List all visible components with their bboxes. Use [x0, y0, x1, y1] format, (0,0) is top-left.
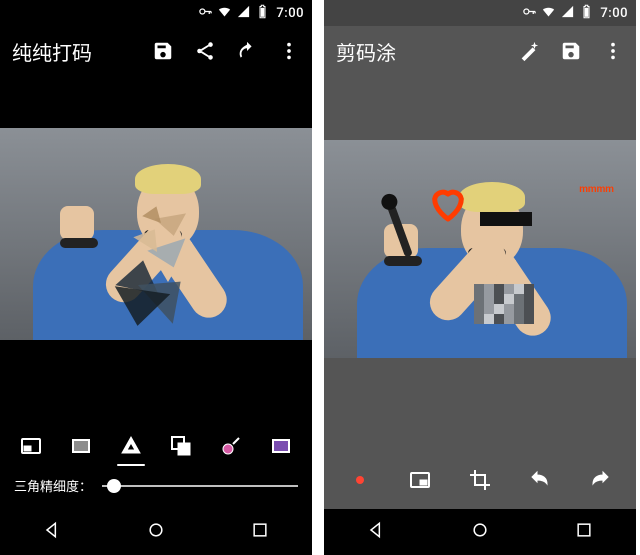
signal-icon — [560, 4, 575, 23]
signal-icon — [236, 4, 251, 23]
recent-icon[interactable] — [250, 520, 270, 544]
save-icon[interactable] — [152, 40, 174, 62]
edited-image: mmmm — [324, 140, 636, 358]
app-title: 纯纯打码 — [12, 37, 152, 66]
home-icon[interactable] — [470, 520, 490, 544]
back-icon[interactable] — [366, 520, 386, 544]
undo-tool[interactable] — [522, 466, 558, 494]
status-bar: 7:00 — [0, 0, 312, 26]
more-icon[interactable] — [602, 40, 624, 62]
home-icon[interactable] — [146, 520, 166, 544]
status-clock: 7:00 — [276, 6, 304, 21]
crop-tool[interactable] — [462, 466, 498, 494]
phone-screen-right: 7:00 剪码涂 mmmm — [324, 0, 636, 555]
key-icon — [198, 4, 213, 23]
pip-tool[interactable] — [402, 466, 438, 494]
recent-icon[interactable] — [574, 520, 594, 544]
text-annotation: mmmm — [579, 184, 614, 195]
fineness-slider[interactable] — [102, 485, 298, 487]
slider-row: 三角精细度： — [0, 470, 312, 509]
battery-icon — [255, 4, 270, 23]
shape-tool[interactable] — [113, 432, 149, 460]
censor-bar — [480, 212, 532, 226]
slider-label: 三角精细度： — [14, 476, 92, 495]
phone-screen-left: 7:00 纯纯打码 — [0, 0, 312, 555]
share-icon[interactable] — [194, 40, 216, 62]
record-indicator[interactable] — [342, 466, 378, 494]
tool-row — [0, 422, 312, 470]
redo-tool[interactable] — [582, 466, 618, 494]
status-clock: 7:00 — [600, 6, 628, 21]
slider-thumb[interactable] — [107, 479, 121, 493]
heart-sticker — [428, 184, 468, 224]
magic-wand-icon[interactable] — [518, 40, 540, 62]
more-icon[interactable] — [278, 40, 300, 62]
status-bar: 7:00 — [324, 0, 636, 26]
edited-image — [0, 128, 312, 340]
android-nav-bar — [0, 509, 312, 555]
battery-icon — [579, 4, 594, 23]
fill-tool[interactable] — [63, 432, 99, 460]
layers-tool[interactable] — [163, 432, 199, 460]
pip-tool[interactable] — [13, 432, 49, 460]
wifi-icon — [217, 4, 232, 23]
app-bar: 纯纯打码 — [0, 26, 312, 76]
editor-canvas[interactable] — [0, 76, 312, 422]
tool-row — [324, 451, 636, 509]
undo-icon[interactable] — [236, 40, 258, 62]
mosaic-censor — [474, 284, 534, 324]
app-title: 剪码涂 — [336, 37, 518, 66]
app-bar: 剪码涂 — [324, 26, 636, 76]
key-icon — [522, 4, 537, 23]
back-icon[interactable] — [42, 520, 62, 544]
brush-tool[interactable] — [213, 432, 249, 460]
editor-canvas[interactable]: mmmm — [324, 76, 636, 451]
wifi-icon — [541, 4, 556, 23]
android-nav-bar — [324, 509, 636, 555]
frame-tool[interactable] — [263, 432, 299, 460]
save-icon[interactable] — [560, 40, 582, 62]
